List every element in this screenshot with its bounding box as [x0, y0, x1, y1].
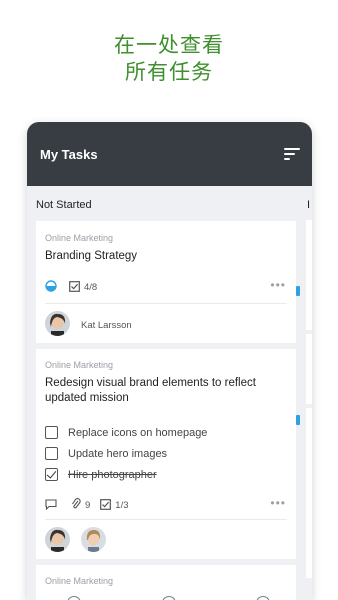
avatar [45, 311, 70, 336]
headline-line-2: 所有任务 [125, 60, 213, 84]
headline-line-1: 在一处查看 [114, 33, 224, 57]
next-column-card[interactable] [306, 220, 312, 330]
attachment-icon [71, 498, 81, 513]
checkbox-checked[interactable] [45, 468, 58, 481]
progress-accent [296, 415, 300, 425]
task-meta: 9 1/3 [45, 498, 129, 513]
column-header-not-started: Not Started [36, 199, 92, 211]
attachment-count: 9 [85, 500, 91, 511]
divider [45, 519, 287, 520]
column-header-next: I [307, 199, 311, 211]
task-card[interactable]: Online Marketing Branding Strategy 4/8 •… [36, 221, 296, 343]
comment-icon[interactable] [45, 498, 57, 513]
next-column-card[interactable] [306, 408, 312, 578]
next-column-card[interactable] [306, 334, 312, 404]
app-bar: My Tasks [27, 122, 312, 186]
checklist-count: 4/8 [84, 282, 98, 293]
task-category: Online Marketing [45, 233, 114, 243]
headline: 在一处查看 所有任务 [0, 32, 338, 86]
task-title: Redesign visual brand elements to reflec… [45, 377, 256, 404]
more-options-button[interactable]: ••• [270, 278, 286, 292]
page-title: My Tasks [40, 146, 98, 162]
more-options-button[interactable]: ••• [270, 496, 286, 510]
task-meta: 4/8 [45, 280, 97, 295]
checkbox[interactable] [45, 426, 58, 439]
divider [45, 303, 287, 304]
progress-accent [296, 286, 300, 296]
checklist-item: Update hero images [45, 447, 167, 460]
task-category: Online Marketing [45, 360, 114, 370]
task-title: Branding Strategy [45, 250, 138, 262]
checklist-item-label: Replace icons on homepage [68, 426, 208, 439]
checklist-item: Replace icons on homepage [45, 426, 207, 439]
sort-icon[interactable] [284, 148, 300, 160]
progress-icon [45, 280, 57, 295]
checkbox[interactable] [45, 447, 58, 460]
avatar [81, 527, 106, 552]
checklist-item-label: Hire photographer [68, 468, 157, 481]
checklist-item-label: Update hero images [68, 447, 168, 460]
task-category: Online Marketing [45, 576, 114, 586]
checklist-icon [100, 498, 112, 513]
checklist-item: Hire photographer [45, 468, 157, 481]
avatar [45, 527, 70, 552]
task-card[interactable]: Online Marketing [36, 565, 296, 600]
task-card[interactable]: Online Marketing Redesign visual brand e… [36, 349, 296, 559]
assignee-name: Kat Larsson [81, 320, 132, 331]
phone-frame: My Tasks Not Started I Online Marketing … [27, 122, 312, 600]
checklist-count: 1/3 [115, 500, 129, 511]
checklist-icon [69, 280, 80, 295]
